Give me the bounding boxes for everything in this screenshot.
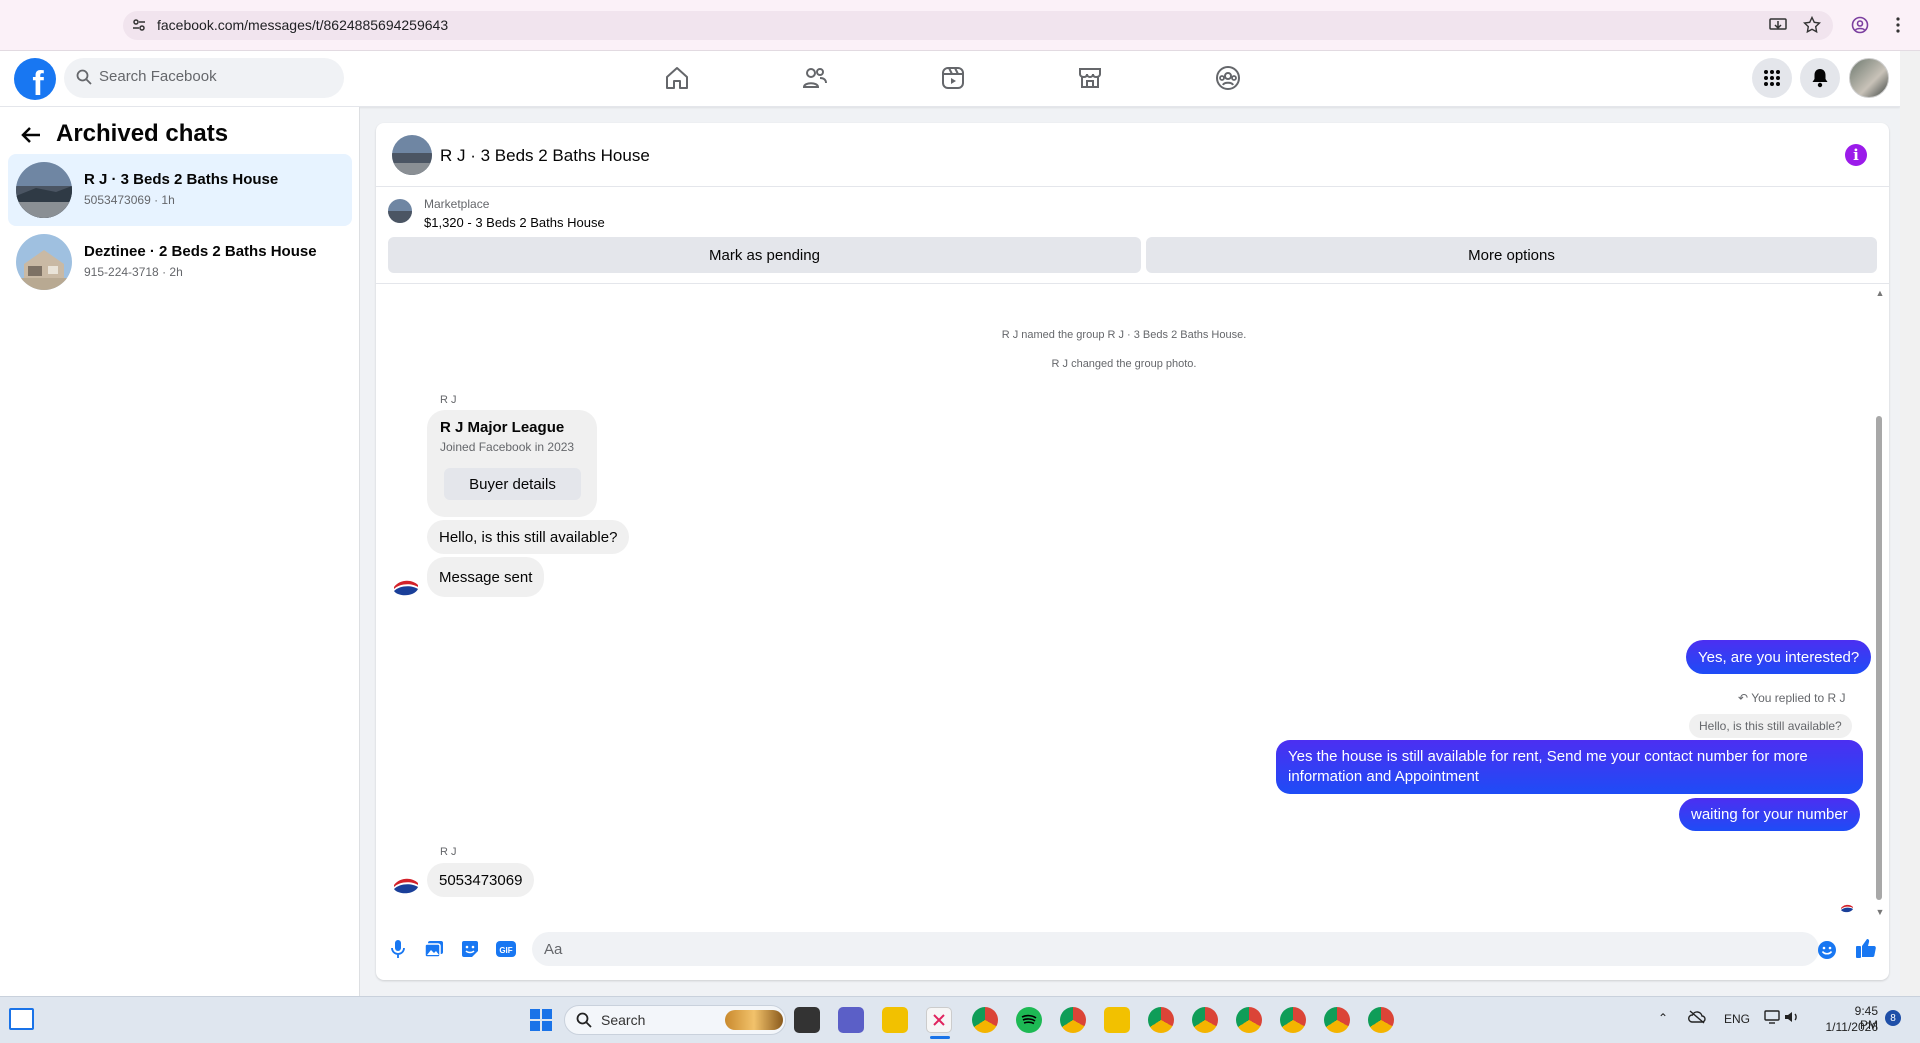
outgoing-message[interactable]: Yes the house is still available for ren… (1276, 740, 1863, 794)
message-input[interactable] (532, 932, 1819, 966)
volume-icon[interactable] (1784, 1010, 1800, 1029)
more-options-button[interactable]: More options (1146, 237, 1877, 273)
divider (376, 283, 1889, 284)
conversation-title[interactable]: R J · 3 Beds 2 Baths House (440, 146, 650, 166)
microphone-icon[interactable] (386, 937, 410, 961)
chrome-profile-icon[interactable] (1236, 1007, 1262, 1033)
reply-note-text: You replied to R J (1751, 691, 1846, 705)
marketplace-label: Marketplace (424, 197, 490, 211)
reply-quote[interactable]: Hello, is this still available? (1689, 714, 1852, 738)
chat-item-rj[interactable]: R J · 3 Beds 2 Baths House 5053473069 · … (8, 154, 352, 226)
reply-arrow-icon: ↶ (1738, 691, 1749, 705)
taskbar-search-icon (576, 1012, 592, 1033)
language-indicator[interactable]: ENG (1724, 1012, 1750, 1026)
chat-name: R J · 3 Beds 2 Baths House (84, 171, 279, 188)
outgoing-message[interactable]: Yes, are you interested? (1686, 640, 1872, 674)
chrome-profile-icon[interactable] (1192, 1007, 1218, 1033)
sidebar-title: Archived chats (56, 120, 229, 147)
chat-scroll-thumb[interactable] (1876, 416, 1882, 900)
page-scrollbar[interactable] (1900, 51, 1920, 996)
active-app-indicator (930, 1036, 950, 1039)
like-thumbs-up-icon[interactable] (1854, 936, 1878, 960)
incoming-message[interactable]: Message sent (427, 557, 545, 597)
marketplace-icon[interactable] (1075, 63, 1105, 93)
incoming-message[interactable]: Hello, is this still available? (427, 520, 630, 554)
buyer-name: R J Major League (440, 419, 565, 436)
windows-taskbar (0, 996, 1920, 1043)
spotify-icon[interactable] (1016, 1007, 1042, 1033)
scroll-up-arrow[interactable]: ▲ (1874, 288, 1886, 298)
profile-icon[interactable] (1849, 14, 1871, 36)
search-input[interactable]: Search Facebook (99, 68, 217, 85)
start-windows-icon[interactable] (528, 1007, 554, 1033)
message-input-placeholder: Aa (544, 941, 563, 958)
groups-icon[interactable] (1213, 63, 1243, 93)
conversation-avatar[interactable] (392, 135, 432, 175)
url-text[interactable]: facebook.com/messages/t/8624885694259643 (157, 17, 448, 33)
chat-subtitle: 915-224-3718 · 2h (84, 265, 183, 279)
search-icon (76, 69, 92, 90)
task-view-icon[interactable] (794, 1007, 820, 1033)
account-avatar[interactable] (1849, 58, 1889, 98)
install-app-icon[interactable] (1767, 14, 1789, 36)
listing-title[interactable]: $1,320 - 3 Beds 2 Baths House (424, 215, 605, 230)
clock-date[interactable]: 1/11/2026 (1818, 1020, 1879, 1034)
system-message: R J named the group R J · 3 Beds 2 Baths… (1001, 329, 1247, 341)
sender-name: R J (440, 394, 457, 406)
scroll-down-arrow[interactable]: ▼ (1874, 907, 1886, 917)
teams-icon[interactable] (838, 1007, 864, 1033)
chrome-profile-icon[interactable] (1368, 1007, 1394, 1033)
system-message: R J changed the group photo. (1051, 358, 1197, 370)
incoming-message[interactable]: 5053473069 (427, 863, 535, 897)
sticky-notes-icon[interactable] (882, 1007, 908, 1033)
chat-name: Deztinee · 2 Beds 2 Baths House (84, 243, 317, 260)
sticker-icon[interactable] (458, 937, 482, 961)
widgets-icon[interactable] (9, 1008, 34, 1030)
chat-thumbnail (16, 234, 72, 290)
info-icon[interactable]: i (1845, 144, 1867, 166)
menu-grid-icon[interactable] (1752, 58, 1792, 98)
facebook-logo-icon[interactable]: f (14, 58, 56, 100)
reply-note: ↶ You replied to R J (1738, 691, 1845, 705)
svg-text:GIF: GIF (499, 946, 512, 955)
photo-icon[interactable] (422, 937, 446, 961)
home-icon[interactable] (662, 63, 692, 93)
buyer-joined-date: Joined Facebook in 2023 (440, 440, 575, 454)
read-receipt-avatar (1840, 900, 1854, 914)
chat-subtitle: 5053473069 · 1h (84, 193, 175, 207)
video-icon[interactable] (938, 63, 968, 93)
file-explorer-icon[interactable] (1104, 1007, 1130, 1033)
buyer-details-button[interactable]: Buyer details (444, 468, 581, 500)
chrome-icon[interactable] (972, 1007, 998, 1033)
sender-avatar[interactable] (392, 869, 420, 897)
search-highlight-image (725, 1010, 783, 1030)
gif-icon[interactable]: GIF (494, 937, 518, 961)
outgoing-message[interactable]: waiting for your number (1679, 798, 1860, 831)
bookmark-star-icon[interactable] (1801, 14, 1823, 36)
listing-thumbnail[interactable] (388, 199, 412, 223)
chrome-profile-icon[interactable] (1060, 1007, 1086, 1033)
notification-badge[interactable]: 8 (1885, 1010, 1901, 1026)
cloud-offline-icon[interactable] (1688, 1010, 1706, 1029)
friends-icon[interactable] (800, 63, 830, 93)
sender-name: R J (440, 846, 457, 858)
notifications-bell-icon[interactable] (1800, 58, 1840, 98)
back-arrow-icon[interactable] (18, 122, 44, 148)
site-settings-icon[interactable] (128, 14, 150, 36)
chat-thumbnail (16, 162, 72, 218)
chrome-profile-icon[interactable] (1324, 1007, 1350, 1033)
chrome-profile-icon[interactable] (1280, 1007, 1306, 1033)
sender-avatar[interactable] (392, 571, 420, 599)
mark-as-pending-button[interactable]: Mark as pending (388, 237, 1141, 273)
snipping-tool-icon[interactable] (926, 1007, 952, 1033)
emoji-icon[interactable] (1815, 938, 1839, 962)
taskbar-search-label: Search (601, 1012, 646, 1028)
chrome-profile-icon[interactable] (1148, 1007, 1174, 1033)
chevron-up-icon[interactable]: ⌃ (1658, 1011, 1668, 1025)
display-icon[interactable] (1764, 1010, 1780, 1029)
chat-item-deztinee[interactable]: Deztinee · 2 Beds 2 Baths House 915-224-… (8, 226, 352, 298)
browser-menu-icon[interactable] (1887, 14, 1909, 36)
